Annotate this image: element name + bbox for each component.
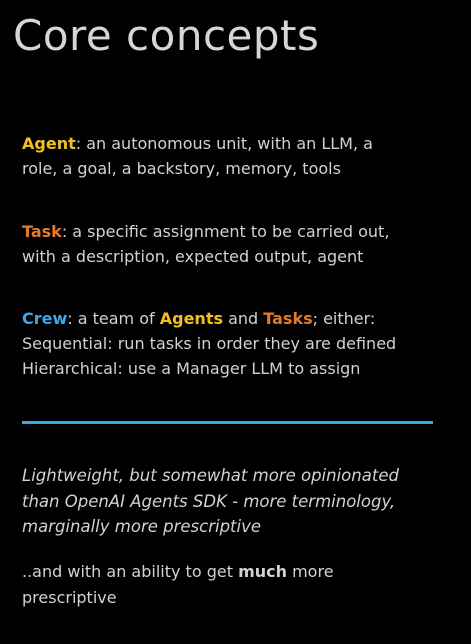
task-desc-line1: : a specific assignment to be carried ou…: [61, 222, 390, 241]
crew-agents-term: Agents: [159, 309, 223, 328]
note-line1: Lightweight, but somewhat more opinionat…: [22, 466, 399, 485]
task-term: Task: [22, 222, 62, 241]
crew-hierarchical-line: Hierarchical: use a Manager LLM to assig…: [22, 359, 361, 378]
agent-desc-line1: : an autonomous unit, with an LLM, a: [75, 134, 373, 153]
crew-definition: Crew: a team of Agents and Tasks; either…: [22, 306, 462, 381]
closing-note: ..and with an ability to get much more p…: [22, 559, 462, 611]
closing-text-b: more: [287, 562, 334, 581]
crew-term: Crew: [22, 309, 68, 328]
section-divider: [22, 421, 433, 424]
closing-text-a: ..and with an ability to get: [22, 562, 239, 581]
agent-term: Agent: [22, 134, 76, 153]
crew-tasks-term: Tasks: [263, 309, 313, 328]
comparison-note: Lightweight, but somewhat more opinionat…: [22, 463, 462, 540]
crew-desc-b: and: [222, 309, 264, 328]
crew-desc-a: : a team of: [67, 309, 160, 328]
crew-desc-c: ; either:: [312, 309, 376, 328]
note-line2: than OpenAI Agents SDK - more terminolog…: [22, 491, 396, 511]
closing-emphasis: much: [238, 562, 287, 581]
crew-sequential-line: Sequential: run tasks in order they are …: [22, 334, 397, 353]
task-definition: Task: a specific assignment to be carrie…: [22, 219, 462, 269]
task-desc-line2: with a description, expected output, age…: [22, 247, 364, 266]
agent-desc-line2: role, a goal, a backstory, memory, tools: [22, 159, 341, 178]
page-title: Core concepts: [13, 11, 320, 60]
agent-definition: Agent: an autonomous unit, with an LLM, …: [22, 131, 462, 181]
note-line3: marginally more prescriptive: [22, 517, 262, 536]
closing-line2: prescriptive: [22, 588, 117, 607]
